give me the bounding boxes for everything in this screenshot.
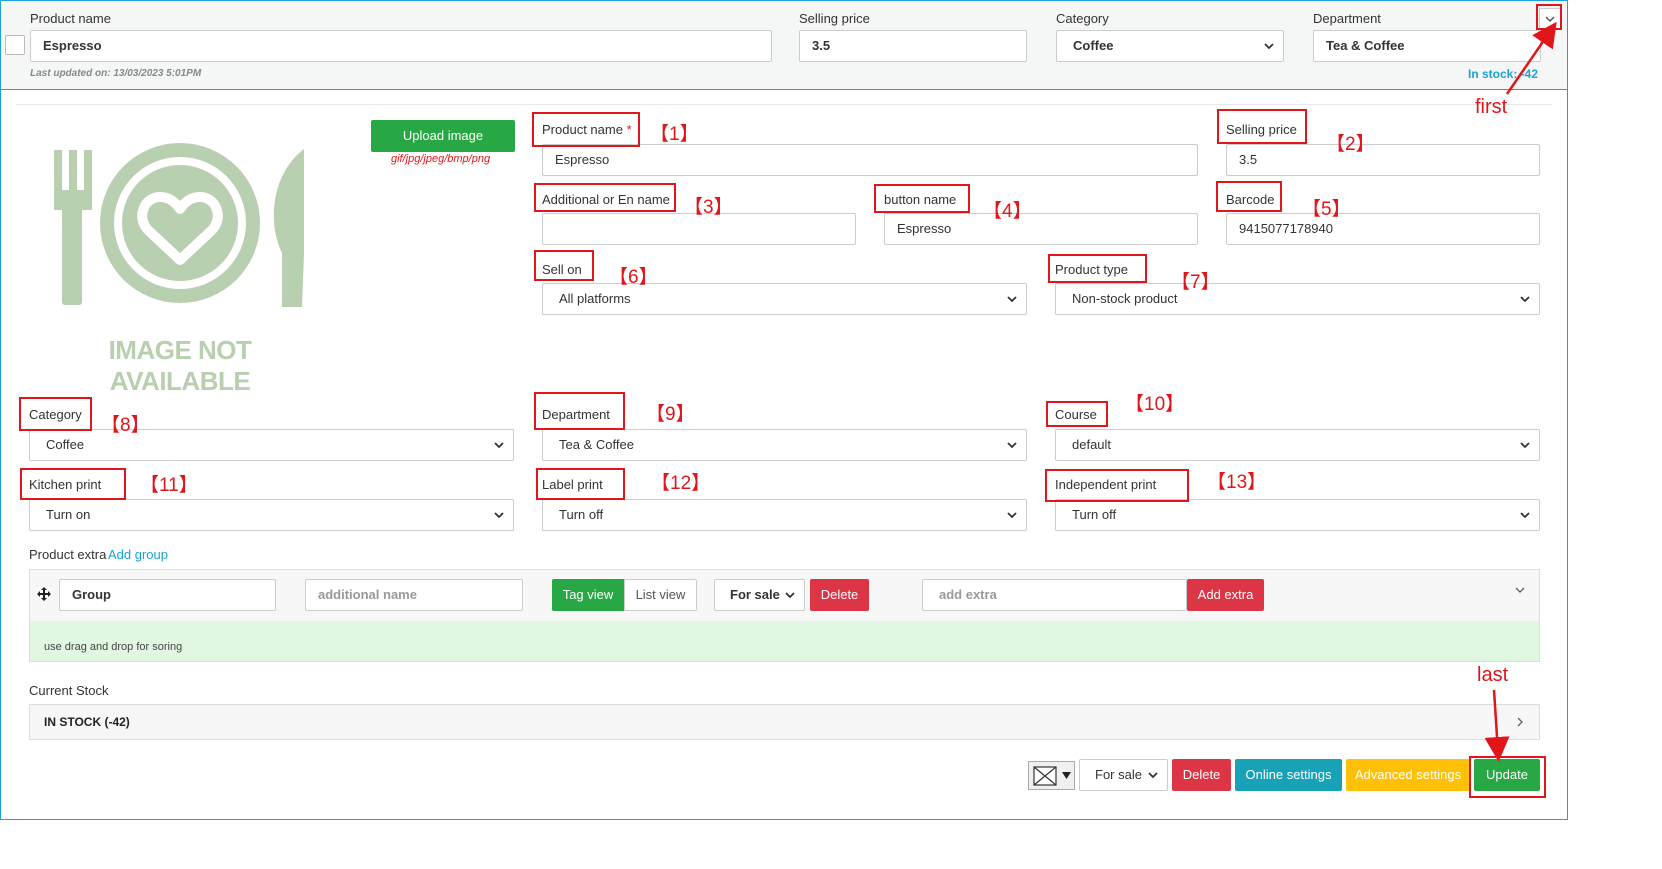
annotation-arrows [1484,21,1557,762]
